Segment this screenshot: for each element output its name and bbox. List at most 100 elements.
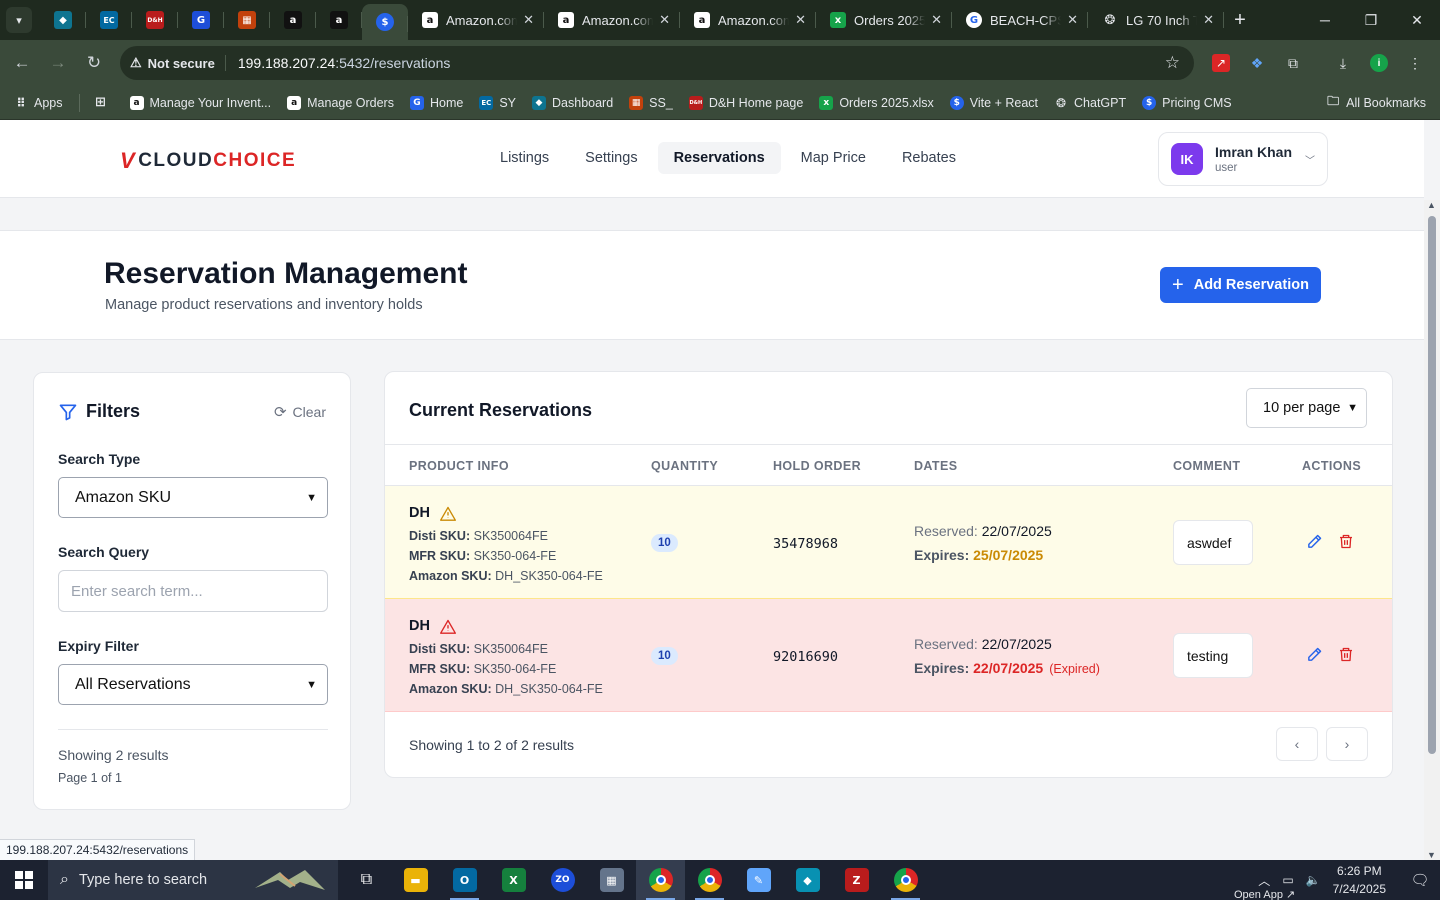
- pinned-tab-4[interactable]: G: [178, 0, 224, 40]
- browser-tab[interactable]: a Amazon.com ✕: [680, 0, 816, 40]
- taskbar-chrome[interactable]: [636, 860, 685, 900]
- open-app-hint[interactable]: Open App ↗: [1234, 888, 1295, 900]
- restore-icon[interactable]: ❐: [1348, 12, 1394, 29]
- delete-trash-icon[interactable]: [1338, 646, 1354, 663]
- start-button[interactable]: [0, 860, 48, 900]
- pinned-tab-2[interactable]: EC: [86, 0, 132, 40]
- profile-icon[interactable]: i: [1366, 50, 1392, 76]
- forward-icon[interactable]: →: [40, 53, 76, 73]
- search-query-input[interactable]: [58, 570, 328, 612]
- taskbar-excel[interactable]: X: [489, 860, 538, 900]
- close-icon[interactable]: ✕: [659, 12, 670, 28]
- bookmark-item[interactable]: x Orders 2025.xlsx: [819, 95, 934, 110]
- tab-search-button[interactable]: ▾: [6, 7, 32, 33]
- nav-settings[interactable]: Settings: [569, 142, 653, 174]
- ec-icon: EC: [100, 11, 118, 29]
- network-icon[interactable]: ▭: [1282, 873, 1293, 887]
- close-icon[interactable]: ✕: [523, 12, 534, 28]
- add-reservation-button[interactable]: + Add Reservation: [1160, 267, 1321, 303]
- taskbar-chrome-other[interactable]: [881, 860, 930, 900]
- taskbar-outlook[interactable]: O: [440, 860, 489, 900]
- bookmark-item[interactable]: EC SY: [479, 95, 516, 110]
- edit-pencil-icon[interactable]: [1306, 646, 1323, 663]
- close-icon[interactable]: ✕: [1203, 12, 1214, 28]
- next-page-button[interactable]: ›: [1326, 727, 1368, 761]
- extension-dropbox-icon[interactable]: ❖: [1244, 50, 1270, 76]
- minimize-icon[interactable]: ─: [1302, 12, 1348, 29]
- nav-reservations[interactable]: Reservations: [657, 142, 781, 174]
- scrollbar-thumb[interactable]: [1428, 216, 1436, 754]
- chatgpt-icon: ❂: [1055, 95, 1067, 110]
- bookmark-item[interactable]: a Manage Your Invent...: [129, 95, 271, 110]
- bookmark-tab-groups[interactable]: ⊞: [94, 95, 114, 110]
- security-chip[interactable]: ⚠ Not secure: [130, 55, 226, 71]
- pinned-tab-1[interactable]: ◆: [40, 0, 86, 40]
- taskbar-chrome-profile[interactable]: [685, 860, 734, 900]
- omnibox[interactable]: ⚠ Not secure 199.188.207.24:5432/reserva…: [120, 46, 1194, 80]
- cloudchoice-logo[interactable]: V CLOUD CHOICE: [120, 148, 296, 174]
- user-menu[interactable]: IK Imran Khan user ﹀: [1158, 132, 1328, 186]
- browser-tab[interactable]: ❂ LG 70 Inch T ✕: [1088, 0, 1224, 40]
- menu-kebab-icon[interactable]: ⋮: [1402, 50, 1428, 76]
- pinned-tab-7[interactable]: a: [316, 0, 362, 40]
- new-tab-button[interactable]: +: [1224, 9, 1256, 32]
- nav-rebates[interactable]: Rebates: [886, 142, 972, 174]
- bookmark-item[interactable]: ❂ ChatGPT: [1054, 96, 1126, 110]
- bookmark-star-icon[interactable]: ☆: [1165, 53, 1180, 73]
- col-dates: DATES: [914, 459, 958, 473]
- taskbar-app-diamond[interactable]: ◆: [783, 860, 832, 900]
- browser-tab[interactable]: a Amazon.com ✕: [544, 0, 680, 40]
- taskbar-search[interactable]: ⌕ Type here to search: [48, 860, 338, 900]
- edit-pencil-icon[interactable]: [1306, 533, 1323, 550]
- taskbar-filezilla[interactable]: Z: [832, 860, 881, 900]
- bookmark-item[interactable]: G Home: [409, 95, 463, 110]
- quantity-badge: 10: [651, 647, 678, 665]
- delete-trash-icon[interactable]: [1338, 533, 1354, 550]
- taskbar-clock[interactable]: 6:26 PM 7/24/2025: [1333, 862, 1386, 898]
- close-icon[interactable]: ✕: [795, 12, 806, 28]
- all-bookmarks[interactable]: 🗀 All Bookmarks: [1326, 94, 1426, 110]
- page-scrollbar[interactable]: ▲ ▼: [1424, 200, 1440, 860]
- bookmark-item[interactable]: $ Pricing CMS: [1142, 95, 1232, 110]
- per-page-select[interactable]: 10 per page ▼: [1246, 388, 1367, 428]
- download-icon[interactable]: ⤓: [1330, 50, 1356, 76]
- pinned-tab-6[interactable]: a: [270, 0, 316, 40]
- close-icon[interactable]: ✕: [1067, 12, 1078, 28]
- browser-tab[interactable]: a Amazon.com ✕: [408, 0, 544, 40]
- clear-filters-button[interactable]: ⟳ Clear: [274, 403, 326, 421]
- nav-listings[interactable]: Listings: [484, 142, 565, 174]
- bookmark-item[interactable]: a Manage Orders: [287, 95, 394, 110]
- bookmark-item[interactable]: D&H D&H Home page: [688, 95, 803, 110]
- browser-tab[interactable]: G BEACH-CPS ✕: [952, 0, 1088, 40]
- extensions-puzzle-icon[interactable]: ⧉: [1280, 50, 1306, 76]
- taskbar-zoho[interactable]: ZO: [538, 860, 587, 900]
- taskbar-file-explorer[interactable]: ▬: [391, 860, 440, 900]
- bookmark-item[interactable]: ◆ Dashboard: [532, 95, 613, 110]
- notification-icon[interactable]: 🗨: [1400, 871, 1440, 889]
- extension-arrow-icon[interactable]: ↗: [1208, 50, 1234, 76]
- scroll-up-icon[interactable]: ▲: [1427, 200, 1436, 210]
- expiry-filter-select[interactable]: All Reservations ▼: [58, 664, 328, 705]
- nav-map-price[interactable]: Map Price: [785, 142, 882, 174]
- chevron-down-icon: ▼: [306, 491, 317, 504]
- pinned-tab-active[interactable]: $: [362, 4, 408, 40]
- search-type-select[interactable]: Amazon SKU ▼: [58, 477, 328, 518]
- pinned-tab-3[interactable]: D&H: [132, 0, 178, 40]
- taskbar-notes[interactable]: ✎: [734, 860, 783, 900]
- reload-icon[interactable]: ↻: [76, 53, 112, 73]
- bookmark-item[interactable]: ▦ SS_: [629, 95, 673, 110]
- table-row: DH Disti SKU: SK350064FE MFR SKU: SK350-…: [385, 599, 1392, 712]
- browser-tab[interactable]: x Orders 2025.xlsx ✕: [816, 0, 952, 40]
- pinned-tab-5[interactable]: ▦: [224, 0, 270, 40]
- scroll-down-icon[interactable]: ▼: [1427, 850, 1436, 860]
- close-icon[interactable]: ✕: [931, 12, 942, 28]
- prev-page-button[interactable]: ‹: [1276, 727, 1318, 761]
- bookmark-item[interactable]: $ Vite + React: [949, 95, 1038, 110]
- bookmark-apps[interactable]: ⠿ Apps: [14, 96, 62, 110]
- volume-icon[interactable]: 🔈: [1306, 873, 1321, 887]
- tray-chevron-icon[interactable]: ︿: [1258, 872, 1270, 889]
- taskbar-calculator[interactable]: ▦: [587, 860, 636, 900]
- task-view-button[interactable]: ⧉: [342, 860, 391, 900]
- back-icon[interactable]: ←: [4, 53, 40, 73]
- window-close-icon[interactable]: ✕: [1394, 12, 1440, 29]
